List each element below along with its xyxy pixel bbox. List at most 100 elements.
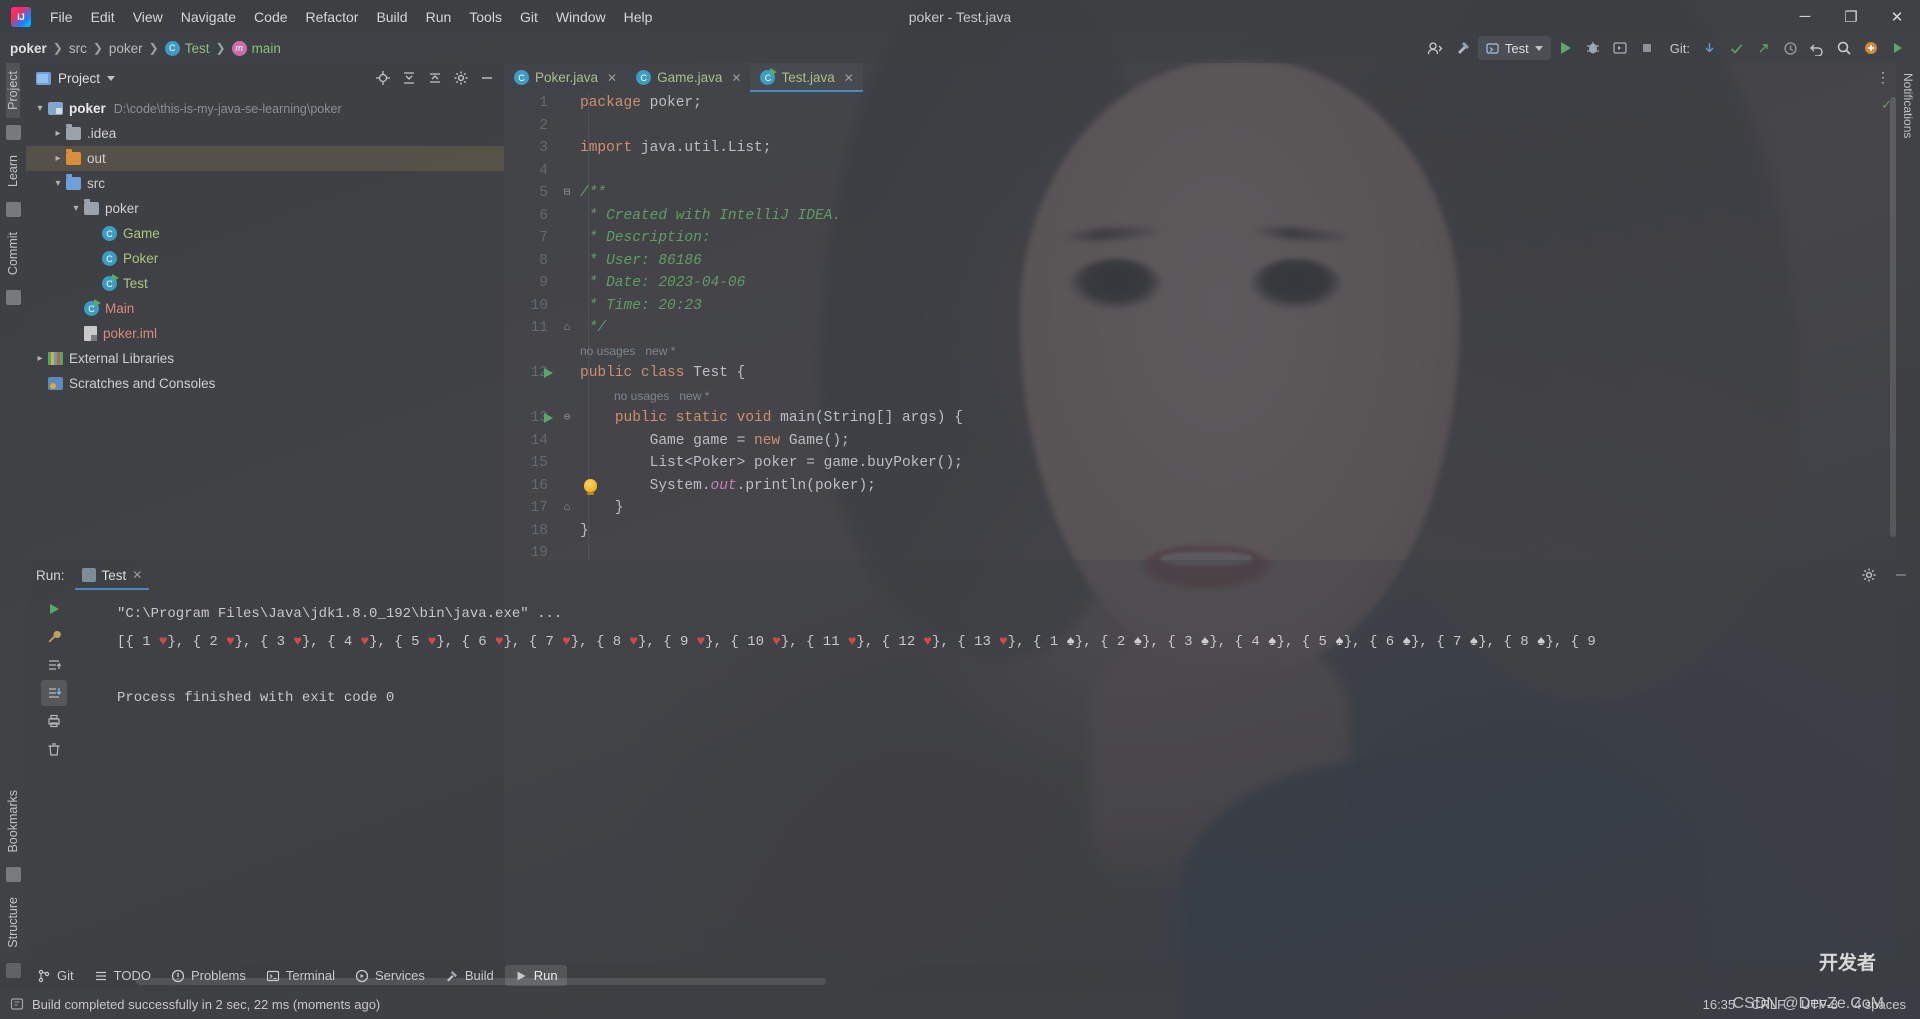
close-icon[interactable]: ✕ <box>132 568 142 582</box>
inlay-hint[interactable]: no usages new * <box>614 385 709 408</box>
plugin-update-icon[interactable] <box>1859 36 1883 60</box>
chevron-right-icon[interactable] <box>32 353 48 364</box>
code-fold-icon[interactable]: ⊖ <box>560 407 574 430</box>
code-editor[interactable]: 1 package poker; 2 3 import java.util.List; 4… <box>504 92 1896 560</box>
breadcrumb-item-poker[interactable]: poker <box>10 41 47 56</box>
build-hammer-icon[interactable] <box>1451 36 1475 60</box>
wrench-icon[interactable] <box>41 624 67 650</box>
tree-node-scratches-and-consoles[interactable]: Scratches and Consoles <box>26 371 504 396</box>
collapse-all-icon[interactable] <box>424 67 446 89</box>
scroll-down-icon[interactable] <box>40 680 67 706</box>
console-output[interactable]: "C:\Program Files\Java\jdk1.8.0_192\bin\… <box>81 590 1920 969</box>
code-fold-icon[interactable]: ⌂ <box>560 497 574 520</box>
scroll-up-icon[interactable] <box>41 652 67 678</box>
run-with-coverage-button[interactable] <box>1608 36 1632 60</box>
menu-run[interactable]: Run <box>417 5 461 29</box>
tree-node-out[interactable]: out <box>26 146 504 171</box>
menu-code[interactable]: Code <box>245 5 296 29</box>
maximize-button[interactable]: ❐ <box>1828 0 1874 33</box>
git-push-icon[interactable] <box>1751 36 1775 60</box>
debug-button[interactable] <box>1581 36 1605 60</box>
tool-window-button-terminal[interactable]: Terminal <box>257 965 344 986</box>
run-button[interactable] <box>1554 36 1578 60</box>
inlay-hint[interactable]: no usages new * <box>580 340 675 363</box>
tool-window-button-todo[interactable]: TODO <box>85 965 160 986</box>
run-all-icon[interactable] <box>1886 36 1910 60</box>
menu-help[interactable]: Help <box>615 5 662 29</box>
menu-git[interactable]: Git <box>511 5 547 29</box>
undo-icon[interactable] <box>1805 36 1829 60</box>
history-icon[interactable] <box>1778 36 1802 60</box>
tool-stripe-bookmarks[interactable]: Bookmarks <box>6 782 20 861</box>
tree-node-poker[interactable]: Poker <box>26 246 504 271</box>
tree-node-main[interactable]: Main <box>26 296 504 321</box>
stop-button[interactable] <box>1635 36 1659 60</box>
code-line: 12 public class Test { <box>504 362 1896 385</box>
menu-build[interactable]: Build <box>367 5 416 29</box>
editor-tab-test-java[interactable]: Test.java ✕ <box>750 63 864 92</box>
chevron-down-icon[interactable] <box>68 203 84 214</box>
hide-panel-icon[interactable] <box>476 67 498 89</box>
search-icon[interactable] <box>1832 36 1856 60</box>
print-icon[interactable] <box>41 708 67 734</box>
chevron-right-icon[interactable] <box>50 128 66 139</box>
git-commit-icon[interactable] <box>1724 36 1748 60</box>
expand-all-icon[interactable] <box>398 67 420 89</box>
close-icon[interactable]: ✕ <box>607 71 617 85</box>
tool-window-button-services[interactable]: Services <box>346 965 434 986</box>
tool-window-button-git[interactable]: Git <box>28 965 83 986</box>
menu-navigate[interactable]: Navigate <box>172 5 245 29</box>
chevron-down-icon[interactable] <box>32 103 48 114</box>
tool-stripe-structure[interactable]: Structure <box>6 889 20 956</box>
menu-refactor[interactable]: Refactor <box>297 5 368 29</box>
chevron-right-icon[interactable] <box>50 153 66 164</box>
run-tab-test[interactable]: Test ✕ <box>74 565 150 590</box>
tree-node-external-libraries[interactable]: External Libraries <box>26 346 504 371</box>
breadcrumb-item-poker[interactable]: poker <box>109 41 143 56</box>
breadcrumb-item-src[interactable]: src <box>69 41 87 56</box>
tool-stripe-commit[interactable]: Commit <box>6 224 20 283</box>
tool-stripe-project[interactable]: Project <box>6 63 20 118</box>
close-icon[interactable]: ✕ <box>731 71 741 85</box>
tree-node-poker[interactable]: poker <box>26 196 504 221</box>
tool-window-button-run[interactable]: Run <box>504 965 567 986</box>
menu-window[interactable]: Window <box>547 5 615 29</box>
editor-tab-game-java[interactable]: Game.java ✕ <box>626 63 750 92</box>
user-settings-icon[interactable] <box>1423 36 1448 60</box>
gutter-run-icon[interactable] <box>544 368 553 378</box>
menu-tools[interactable]: Tools <box>460 5 511 29</box>
tool-window-button-build[interactable]: Build <box>436 965 503 986</box>
close-icon[interactable]: ✕ <box>844 71 854 85</box>
tree-node-poker-iml[interactable]: poker.iml <box>26 321 504 346</box>
tree-node-poker[interactable]: poker D:\code\this-is-my-java-se-learning… <box>26 96 504 121</box>
menu-file[interactable]: File <box>41 5 82 29</box>
close-button[interactable]: ✕ <box>1874 0 1920 33</box>
tree-node-test[interactable]: Test <box>26 271 504 296</box>
menu-edit[interactable]: Edit <box>82 5 124 29</box>
inspection-check-icon[interactable]: ✓ <box>1881 97 1892 113</box>
chevron-down-icon[interactable] <box>50 178 66 189</box>
tool-window-button-problems[interactable]: Problems <box>162 965 255 986</box>
menu-view[interactable]: View <box>124 5 172 29</box>
breadcrumb-item-test[interactable]: Test <box>164 40 210 56</box>
notifications-tab[interactable]: Notifications <box>1896 63 1920 148</box>
editor-tab-poker-java[interactable]: Poker.java ✕ <box>504 63 626 92</box>
breadcrumb-item-main[interactable]: main <box>231 40 281 56</box>
tree-node-game[interactable]: Game <box>26 221 504 246</box>
code-fold-icon[interactable]: ⌂ <box>560 317 574 340</box>
rerun-icon[interactable] <box>41 596 67 622</box>
tree-node--idea[interactable]: .idea <box>26 121 504 146</box>
chevron-down-icon[interactable] <box>107 75 116 81</box>
minimize-button[interactable]: ─ <box>1782 0 1828 33</box>
locate-icon[interactable] <box>372 67 394 89</box>
run-configuration-selector[interactable]: Test <box>1477 36 1551 60</box>
git-update-icon[interactable] <box>1697 36 1721 60</box>
gear-icon[interactable] <box>450 67 472 89</box>
gear-icon[interactable] <box>1858 564 1880 586</box>
code-fold-icon[interactable]: ⊟ <box>560 182 574 205</box>
tree-node-src[interactable]: src <box>26 171 504 196</box>
more-options-icon[interactable]: ⋮ <box>1876 69 1890 86</box>
tool-stripe-learn[interactable]: Learn <box>6 147 20 195</box>
gutter-run-icon[interactable] <box>544 413 553 423</box>
trash-icon[interactable] <box>41 736 67 762</box>
